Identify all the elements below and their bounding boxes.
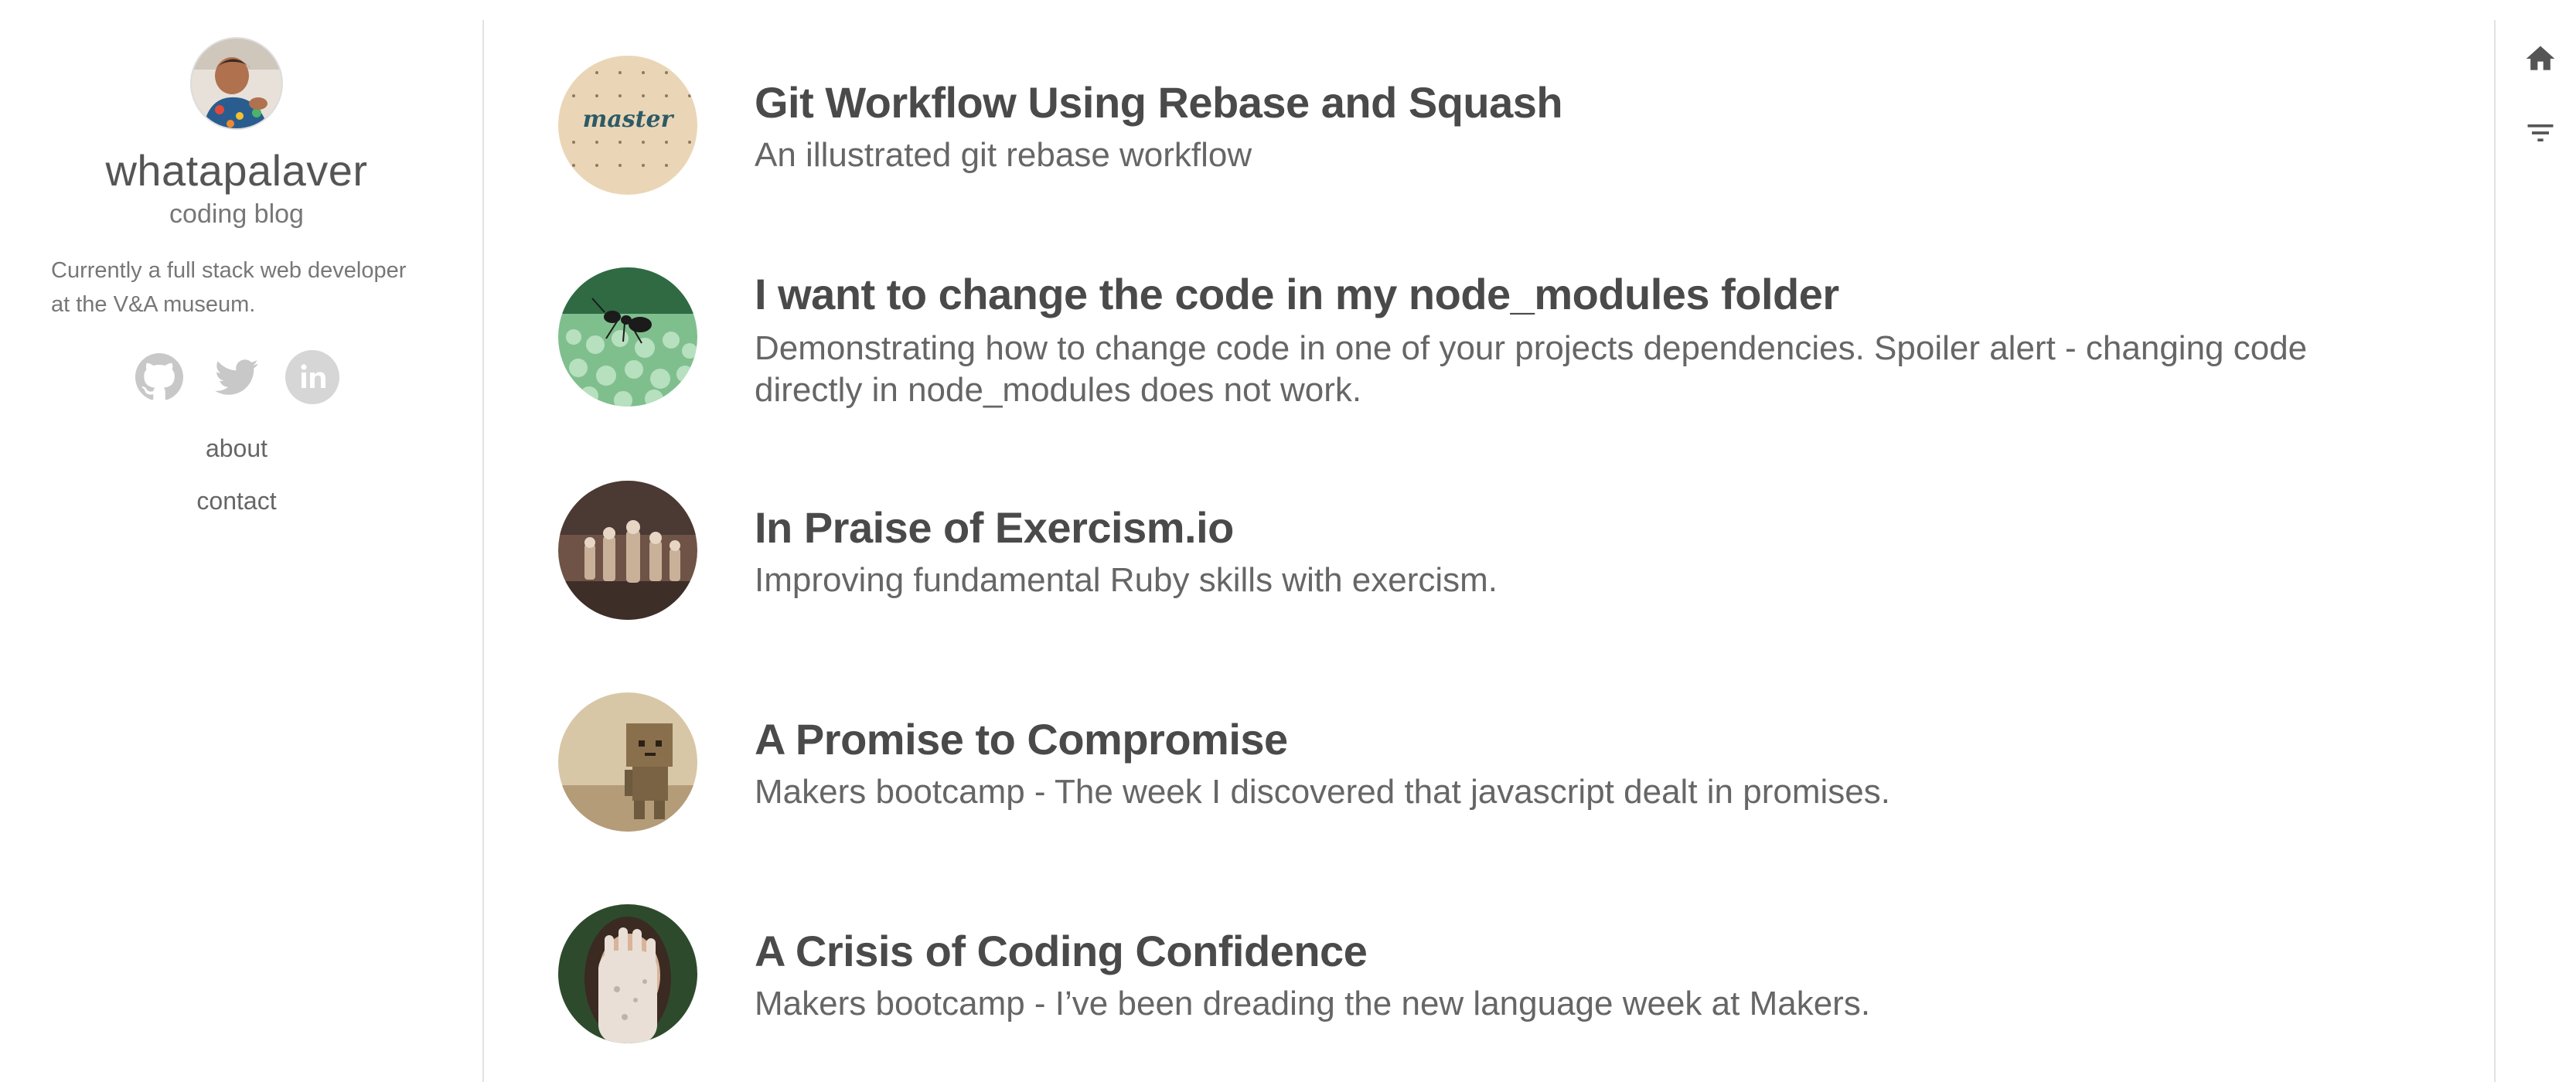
post-description: An illustrated git rebase workflow: [755, 136, 1252, 174]
post-item[interactable]: master Git Workflow Using Rebase and Squ…: [558, 56, 2414, 210]
post-description: Makers bootcamp - I’ve been dreading the…: [755, 985, 1871, 1022]
filter-icon: [2527, 124, 2554, 141]
post-title[interactable]: In Praise of Exercism.io: [755, 502, 1234, 553]
filter-button[interactable]: [2522, 114, 2559, 151]
post-thumbnail[interactable]: [558, 267, 697, 407]
site-title[interactable]: whatapalaver: [0, 145, 473, 196]
sidebar-divider: [482, 20, 484, 1082]
post-title[interactable]: Git Workflow Using Rebase and Squash: [755, 77, 1563, 128]
home-button[interactable]: [2522, 40, 2559, 77]
twitter-icon: [215, 359, 258, 395]
post-item[interactable]: A Promise to Compromise Makers bootcamp …: [558, 692, 2414, 847]
linkedin-link[interactable]: [285, 349, 340, 405]
post-title[interactable]: A Crisis of Coding Confidence: [755, 926, 1368, 976]
github-link[interactable]: [131, 349, 187, 405]
post-thumbnail[interactable]: [558, 481, 697, 620]
post-item[interactable]: A Crisis of Coding Confidence Makers boo…: [558, 904, 2414, 1059]
thumbnail-handwriting: master: [583, 106, 675, 133]
sidebar: whatapalaver coding blog Currently a ful…: [0, 0, 482, 1082]
home-icon: [2526, 46, 2555, 70]
site-subtitle: coding blog: [169, 199, 304, 229]
post-description: Demonstrating how to change code in one …: [755, 329, 2308, 409]
post-description: Makers bootcamp - The week I discovered …: [755, 773, 1890, 811]
nav-contact-link[interactable]: contact: [0, 487, 473, 515]
linkedin-icon: [285, 350, 339, 404]
twitter-link[interactable]: [209, 349, 264, 405]
post-item[interactable]: I want to change the code in my node_mod…: [558, 267, 2414, 422]
right-rail-divider: [2494, 20, 2496, 1082]
post-item[interactable]: In Praise of Exercism.io Improving funda…: [558, 481, 2414, 635]
post-thumbnail[interactable]: [558, 904, 697, 1043]
author-bio: Currently a full stack web developer at …: [51, 258, 407, 317]
github-icon: [135, 353, 183, 400]
post-title[interactable]: A Promise to Compromise: [755, 714, 1288, 764]
nav-about-link[interactable]: about: [0, 434, 473, 463]
post-title[interactable]: I want to change the code in my node_mod…: [755, 269, 1839, 319]
blog-page: whatapalaver coding blog Currently a ful…: [0, 0, 2576, 1082]
post-description: Improving fundamental Ruby skills with e…: [755, 561, 1498, 599]
avatar[interactable]: [190, 37, 283, 130]
post-thumbnail[interactable]: master: [558, 56, 697, 195]
post-thumbnail[interactable]: [558, 692, 697, 832]
